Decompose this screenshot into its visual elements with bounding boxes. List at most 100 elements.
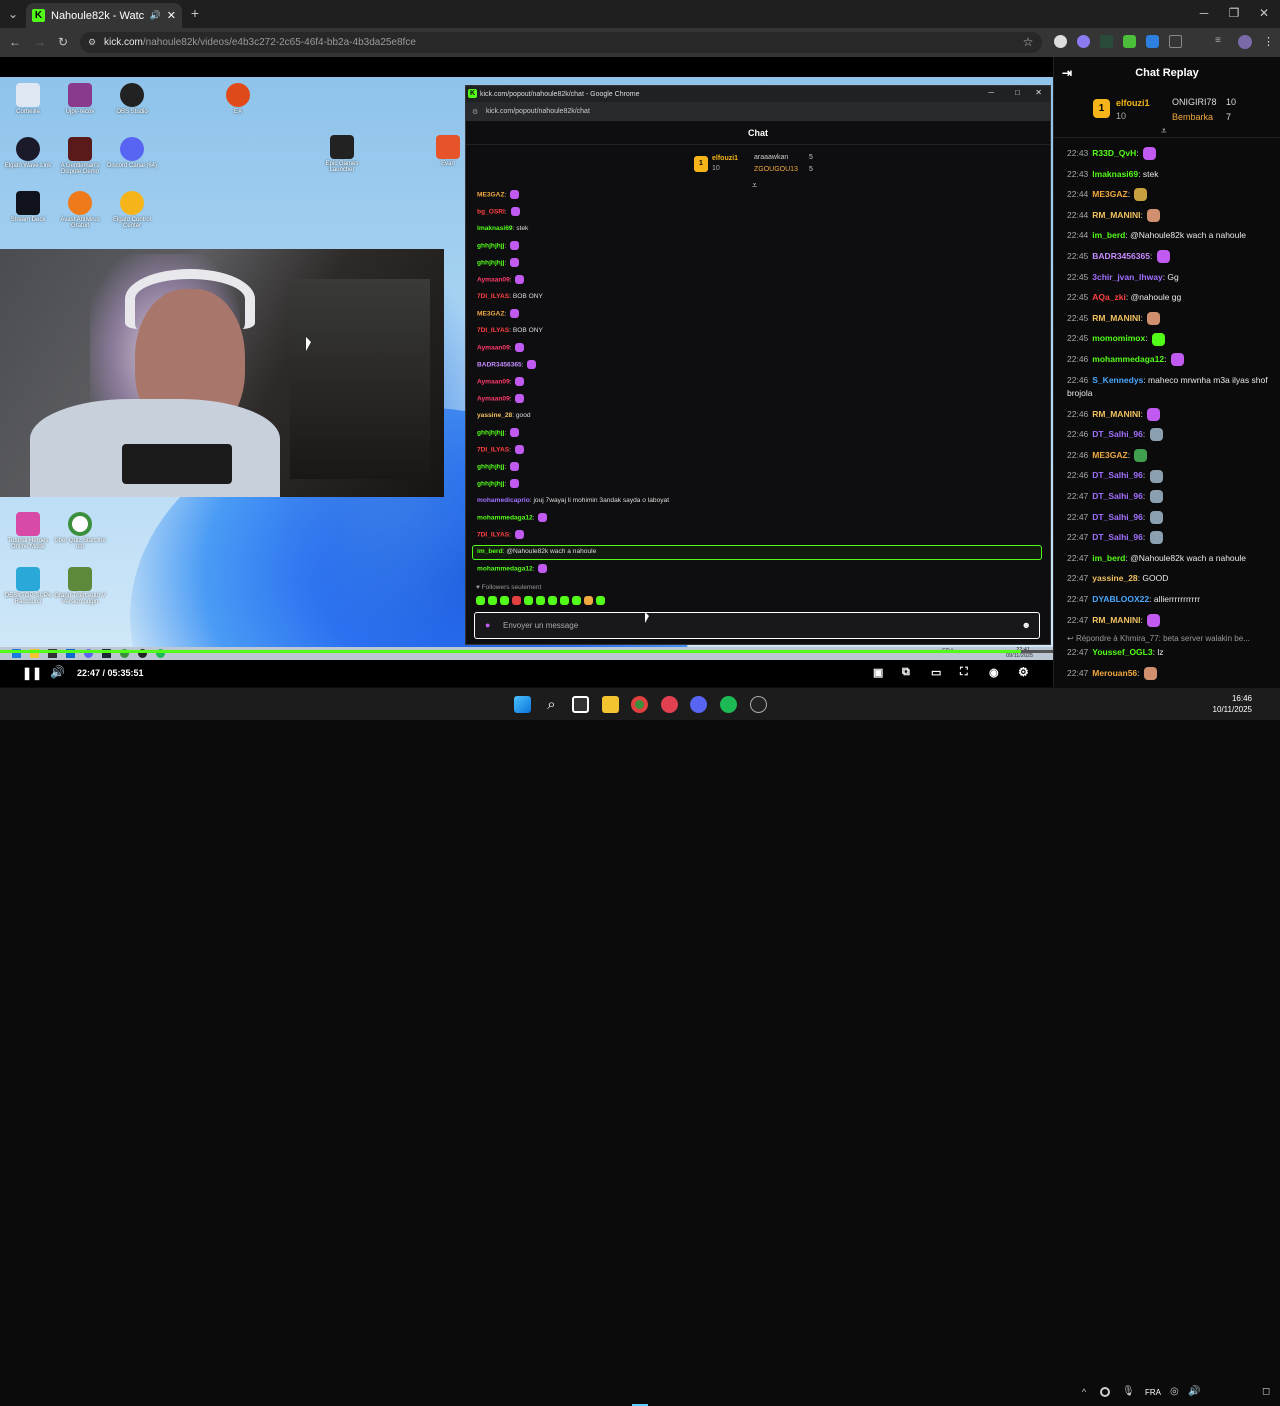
quick-emote-7[interactable]: [548, 596, 557, 605]
desktop-icon-ea[interactable]: EA: [210, 83, 266, 115]
quick-emote-6[interactable]: [536, 596, 545, 605]
popout-chat-username[interactable]: ghhjhjhjj: [477, 242, 504, 249]
gifter-3-name[interactable]: ZGOUGOU13: [754, 166, 798, 173]
forward-icon[interactable]: →: [33, 35, 47, 49]
popout-chat-username[interactable]: lmaknasi69: [477, 225, 513, 232]
chrome-taskbar-icon[interactable]: [631, 696, 648, 713]
url-bar[interactable]: ⚙ kick.com/nahoule82k/videos/e4b3c272-2c…: [80, 32, 1042, 53]
popout-chat-username[interactable]: 7DI_ILYAS: [477, 327, 509, 334]
file-explorer-icon[interactable]: [602, 696, 619, 713]
tab-search-icon[interactable]: ⌄: [6, 7, 20, 21]
profile-avatar[interactable]: [1238, 35, 1252, 49]
replay-chat-username[interactable]: BADR3456365: [1092, 251, 1150, 261]
popout-chat-username[interactable]: Aymaan09: [477, 344, 510, 351]
desktop-icon-wavelink[interactable]: Elgato Wave Link: [0, 137, 56, 169]
replay-chat-username[interactable]: DT_Salhi_96: [1092, 532, 1143, 542]
desktop-icon-pc[interactable]: DESKTOP-SUP4 Raccourci: [0, 567, 56, 605]
popout-maximize-icon[interactable]: □: [1015, 88, 1020, 97]
bookmark-star-icon[interactable]: ☆: [1022, 35, 1034, 49]
desktop-icon-streamdeck[interactable]: Stream Deck: [0, 191, 56, 223]
chrome-menu-icon[interactable]: ⋮: [1262, 35, 1275, 48]
reload-icon[interactable]: ↻: [56, 35, 70, 49]
replay-chat-username[interactable]: mohammedaga12: [1092, 354, 1164, 364]
tab-audio-icon[interactable]: 🔊: [150, 10, 161, 21]
extension-2-icon[interactable]: [1077, 35, 1090, 48]
tab-close-icon[interactable]: ✕: [167, 9, 176, 22]
emoji-picker-icon[interactable]: ☻: [1022, 620, 1031, 630]
back-icon[interactable]: ←: [8, 35, 22, 49]
popout-chat-username[interactable]: BADR3456365: [477, 361, 522, 368]
tray-lang[interactable]: FRA: [1145, 1388, 1161, 1397]
popout-minimize-icon[interactable]: ─: [988, 88, 994, 97]
popout-chat-username[interactable]: Aymaan09: [477, 276, 510, 283]
close-window-button[interactable]: ✕: [1257, 6, 1271, 20]
app-taskbar-icon[interactable]: [661, 696, 678, 713]
replay-chat-username[interactable]: R33D_QvH: [1092, 148, 1136, 158]
quick-emote-1[interactable]: [476, 596, 485, 605]
desktop-icon-chrome[interactable]: Uber Quiz Start the old: [52, 512, 108, 550]
replay-chat-username[interactable]: ME3GAZ: [1092, 189, 1127, 199]
replay-chat-username[interactable]: DYABLOOX22: [1092, 594, 1149, 604]
replay-gifter-1-name[interactable]: elfouzi1: [1116, 98, 1150, 108]
popout-url-bar[interactable]: ⚙ kick.com/popout/nahoule82k/chat: [466, 102, 1050, 121]
minimize-window-button[interactable]: ─: [1197, 6, 1211, 20]
replay-gifter-3-name[interactable]: Bembarka: [1172, 112, 1213, 122]
replay-expand-icon[interactable]: ⩡: [1161, 126, 1167, 137]
collapse-chat-icon[interactable]: ⇥: [1062, 57, 1072, 90]
desktop-icon-winrar[interactable]: Ujpy-recov: [52, 83, 108, 115]
notification-icon[interactable]: ◻: [1262, 1386, 1270, 1397]
mic-icon[interactable]: ●: [485, 620, 490, 630]
quick-emote-9[interactable]: [572, 596, 581, 605]
tray-app-1-icon[interactable]: [1100, 1387, 1110, 1397]
replay-chat-username[interactable]: DT_Salhi_96: [1092, 470, 1143, 480]
popout-chat-username[interactable]: ghhjhjhjj: [477, 259, 504, 266]
fullscreen-button[interactable]: ⛶: [960, 666, 968, 679]
desktop-icon-recycle[interactable]: Corbeille: [0, 83, 56, 115]
popout-message-input[interactable]: ● Envoyer un message ☻: [474, 612, 1040, 639]
new-tab-button[interactable]: +: [188, 5, 202, 21]
gifter-1-name[interactable]: elfouzi1: [712, 155, 738, 162]
replay-chat-username[interactable]: Youssef_OGL3: [1092, 647, 1152, 657]
popout-chat-username[interactable]: 7DI_ILYAS: [477, 293, 509, 300]
replay-chat-username[interactable]: DT_Salhi_96: [1092, 512, 1143, 522]
tray-overflow-icon[interactable]: ^: [1078, 1386, 1090, 1398]
expand-gifters-icon[interactable]: ⩡: [752, 180, 757, 191]
popout-chat-username[interactable]: ME3GAZ: [477, 310, 504, 317]
site-info-icon[interactable]: ⚙: [86, 36, 98, 48]
quick-emote-2[interactable]: [488, 596, 497, 605]
desktop-icon-discord[interactable]: Discord Canal (64): [104, 137, 160, 169]
media-control-icon[interactable]: ≡: [1215, 35, 1228, 48]
popout-chat-username[interactable]: mohammedaga12: [477, 514, 533, 521]
popout-chat-username[interactable]: yassine_28: [477, 412, 512, 419]
gifter-2-name[interactable]: araaawkan: [754, 154, 788, 161]
replay-chat-username[interactable]: AQa_zki: [1092, 292, 1126, 302]
quick-emote-11[interactable]: [596, 596, 605, 605]
playback-speed-button[interactable]: ◉: [989, 666, 999, 679]
popout-chat-username[interactable]: mohamedicaprio: [477, 497, 530, 504]
volume-button[interactable]: 🔊: [50, 665, 65, 679]
popout-chat-username[interactable]: Aymaan09: [477, 395, 510, 402]
miniplayer-button[interactable]: ⧉: [902, 666, 910, 679]
replay-chat-username[interactable]: RM_MANINI: [1092, 313, 1140, 323]
tray-mic-icon[interactable]: 🎙: [1122, 1386, 1135, 1397]
popout-chat-username[interactable]: bg_OSRI: [477, 208, 505, 215]
quick-emote-4[interactable]: [512, 596, 521, 605]
extensions-puzzle-icon[interactable]: [1169, 35, 1182, 48]
extension-3-icon[interactable]: [1100, 35, 1113, 48]
replay-chat-username[interactable]: RM_MANINI: [1092, 210, 1140, 220]
desktop-icon-avast[interactable]: Avast Antivirus Gratuit: [52, 191, 108, 229]
task-view-icon[interactable]: [572, 696, 589, 713]
replay-chat-username[interactable]: S_Kennedys: [1092, 375, 1143, 385]
popout-chat-username[interactable]: ME3GAZ: [477, 191, 504, 198]
popout-chat-username[interactable]: 7DI_ILYAS: [477, 531, 509, 538]
popout-chat-username[interactable]: ghhjhjhjj: [477, 480, 504, 487]
tray-network-icon[interactable]: ◎: [1170, 1386, 1179, 1397]
replay-chat-username[interactable]: 3chir_jvan_lhway: [1092, 272, 1162, 282]
replay-chat-username[interactable]: momomimox: [1092, 333, 1145, 343]
popout-chat-username[interactable]: mohammedaga12: [477, 565, 533, 572]
extension-4-icon[interactable]: [1123, 35, 1136, 48]
quick-emote-8[interactable]: [560, 596, 569, 605]
popout-chat-username[interactable]: Aymaan09: [477, 378, 510, 385]
quick-emote-3[interactable]: [500, 596, 509, 605]
desktop-icon-obs[interactable]: OBS Studio: [104, 83, 160, 115]
